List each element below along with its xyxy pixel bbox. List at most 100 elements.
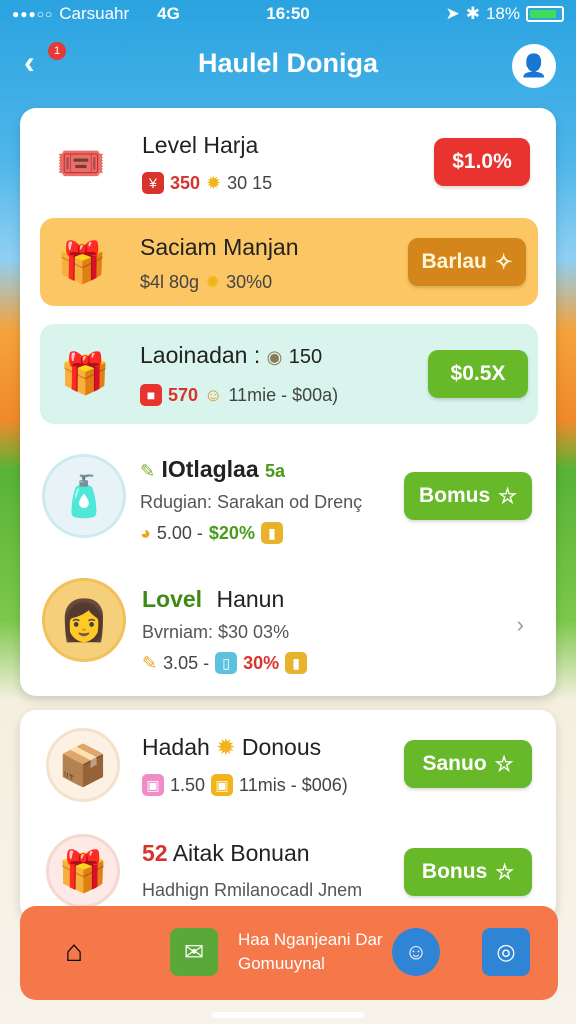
item-title-extra: 5a	[265, 461, 286, 481]
gift-tab-icon[interactable]: ✉	[170, 928, 218, 976]
box-icon: 📦	[46, 728, 120, 802]
gift-small-icon: ■	[140, 384, 162, 406]
item-meta: ▣ 1.50 ▣ 11mis - $006)	[142, 774, 348, 796]
item-title-row: 52 Aitak Bonuan	[142, 840, 310, 867]
gift-box-icon: 🎁	[46, 834, 120, 908]
price-button[interactable]: $1.0%	[434, 138, 530, 186]
ticket-small-icon: ✎	[140, 461, 156, 481]
bonus-button[interactable]: Bonus ☆	[404, 848, 532, 896]
status-bar: ●●●○○ Carsuahr 4G 16:50 ➤ ✱ 18%	[0, 0, 576, 28]
jug-icon: 🧴	[42, 454, 126, 538]
item-title-prefix: 52	[142, 840, 168, 866]
action-button-label: Barlau	[421, 250, 487, 273]
item-meta: ◕ 5.00 - $20% ▮	[140, 522, 283, 544]
item-meta: $4l 80g ✹ 30%0	[140, 272, 272, 293]
bonus-button[interactable]: Sanuo ☆	[404, 740, 532, 788]
battery-icon	[526, 6, 564, 22]
ticket-small-icon: ✎	[142, 652, 158, 673]
rewards-list-card: 🎟️ Level Harja ¥ 350 ✹ 30 15 $1.0% 🎁 Sac…	[20, 108, 556, 696]
avatar: 👩	[42, 578, 126, 662]
item-points: 570	[168, 384, 199, 405]
item-points: 350	[170, 172, 201, 193]
item-subtitle: Rdugian: Sarakan od Drenç	[140, 492, 363, 512]
coin-icon: ◉	[266, 347, 283, 367]
bonus-list-card: 📦 Hadah ✹ Donous ▣ 1.50 ▣ 11mis - $006) …	[20, 710, 556, 920]
item-title: Level Harja	[142, 132, 259, 158]
badge-icon: ¥	[142, 172, 164, 194]
home-indicator[interactable]	[212, 1012, 364, 1018]
bonus-button[interactable]: Bomus ☆	[404, 472, 532, 520]
action-button[interactable]: Barlau ✧	[408, 238, 526, 286]
item-title: Aitak Bonuan	[172, 840, 310, 866]
item-title-row: Lovel Hanun	[142, 586, 284, 613]
item-coins: 30%0	[226, 272, 273, 292]
star-icon: ☆	[495, 860, 515, 884]
list-item[interactable]: 🧴 ✎ IOtlaglaa 5a Rdugian: Sarakan od Dre…	[20, 438, 556, 558]
profile-button[interactable]: 👤	[512, 44, 556, 88]
price-button-label: $1.0%	[452, 150, 512, 173]
item-title: Hadah	[142, 734, 210, 760]
coupon-icon: ▮	[260, 522, 283, 544]
item-duration: 11mis - $006)	[239, 774, 348, 795]
gift-icon: 🎁	[57, 240, 107, 285]
bonus-button-label: Bonus	[421, 860, 488, 883]
home-icon[interactable]: ⌂	[50, 928, 98, 976]
sparkle-icon: ✧	[494, 250, 513, 274]
user-icon: 👤	[520, 53, 548, 78]
item-meta: ✎ 3.05 - ▯ 30% ▮	[142, 652, 308, 674]
nav-promo-text[interactable]: Haa Nganjeani Dar Gomuuynal	[238, 928, 383, 976]
smile-icon: ☺	[204, 384, 223, 405]
item-title-row: Laoinadan : ◉ 150	[140, 342, 322, 369]
app-header: ‹ 1 Haulel Doniga 👤	[0, 36, 576, 96]
item-title: IOtlaglaa	[161, 456, 259, 482]
page-title: Haulel Doniga	[197, 48, 379, 78]
item-meta: ■ 570 ☺ 11mie - $00a)	[140, 384, 338, 406]
bonus-button-label: Sanuo	[422, 752, 487, 775]
bonus-button-label: Bomus	[418, 484, 491, 507]
bottom-nav: ⌂ ✉ Haa Nganjeani Dar Gomuuynal ☺ ◎	[20, 906, 558, 1000]
item-subtitle: Hadhign Rmilanocadl Jnem	[142, 880, 363, 900]
item-discount: $20%	[208, 522, 255, 543]
list-item[interactable]: 👩 Lovel Hanun Bvrniam: $30 03% ✎ 3.05 - …	[20, 568, 556, 686]
clock: 16:50	[266, 4, 310, 23]
coin-icon: ✹	[205, 272, 221, 292]
item-title-row: ✎ IOtlaglaa 5a	[140, 456, 285, 483]
price-button[interactable]: $0.5X	[428, 350, 528, 398]
ticket-icon: 🎟️	[56, 141, 106, 186]
camera-icon[interactable]: ◎	[482, 928, 530, 976]
nav-promo-line2: Gomuuynal	[238, 954, 325, 973]
gift-box-icon: 🎁	[60, 351, 110, 396]
item-title-extra: Donous	[241, 734, 322, 760]
item-duration: 11mie - $00a)	[228, 384, 339, 405]
gift-small-icon: ▣	[142, 774, 164, 796]
coupon-icon: ▮	[285, 652, 308, 674]
star-icon: ☆	[498, 484, 517, 508]
item-title-row: Hadah ✹ Donous	[142, 734, 321, 761]
jar-icon: ▯	[215, 652, 238, 674]
mascot-icon[interactable]: ☺	[392, 928, 440, 976]
item-price: $4l 80g	[140, 272, 200, 292]
item-title: Saciam Manjan	[140, 234, 299, 260]
item-title-extra: Hanun	[216, 586, 285, 612]
item-price: 5.00 -	[156, 522, 203, 543]
item-title-extra: 150	[288, 346, 323, 368]
nav-promo-line1: Haa Nganjeani Dar	[238, 930, 383, 949]
item-coins: 30 15	[227, 172, 273, 193]
star-icon: ☆	[494, 752, 514, 776]
list-item[interactable]: 🎟️ Level Harja ¥ 350 ✹ 30 15 $1.0%	[20, 108, 556, 216]
cube-icon: ▣	[211, 774, 234, 796]
item-subtitle: Bvrniam: $30 03%	[142, 622, 290, 642]
item-meta: ¥ 350 ✹ 30 15	[142, 172, 272, 194]
chevron-right-icon[interactable]: ›	[517, 612, 524, 638]
list-item[interactable]: 📦 Hadah ✹ Donous ▣ 1.50 ▣ 11mis - $006) …	[20, 710, 556, 822]
item-discount: 30%	[243, 652, 280, 673]
item-title: Lovel	[142, 586, 203, 612]
coin-icon: ✹	[206, 172, 222, 193]
list-item-highlighted[interactable]: 🎁 Saciam Manjan $4l 80g ✹ 30%0 Barlau ✧	[40, 218, 538, 306]
price-button-label: $0.5X	[450, 362, 506, 385]
coin-icon: ◕	[140, 522, 151, 543]
item-points: 1.50	[170, 774, 206, 795]
coin-icon: ✹	[216, 734, 236, 760]
item-price: 3.05 -	[163, 652, 210, 673]
list-item-highlighted[interactable]: 🎁 Laoinadan : ◉ 150 ■ 570 ☺ 11mie - $00a…	[40, 324, 538, 424]
